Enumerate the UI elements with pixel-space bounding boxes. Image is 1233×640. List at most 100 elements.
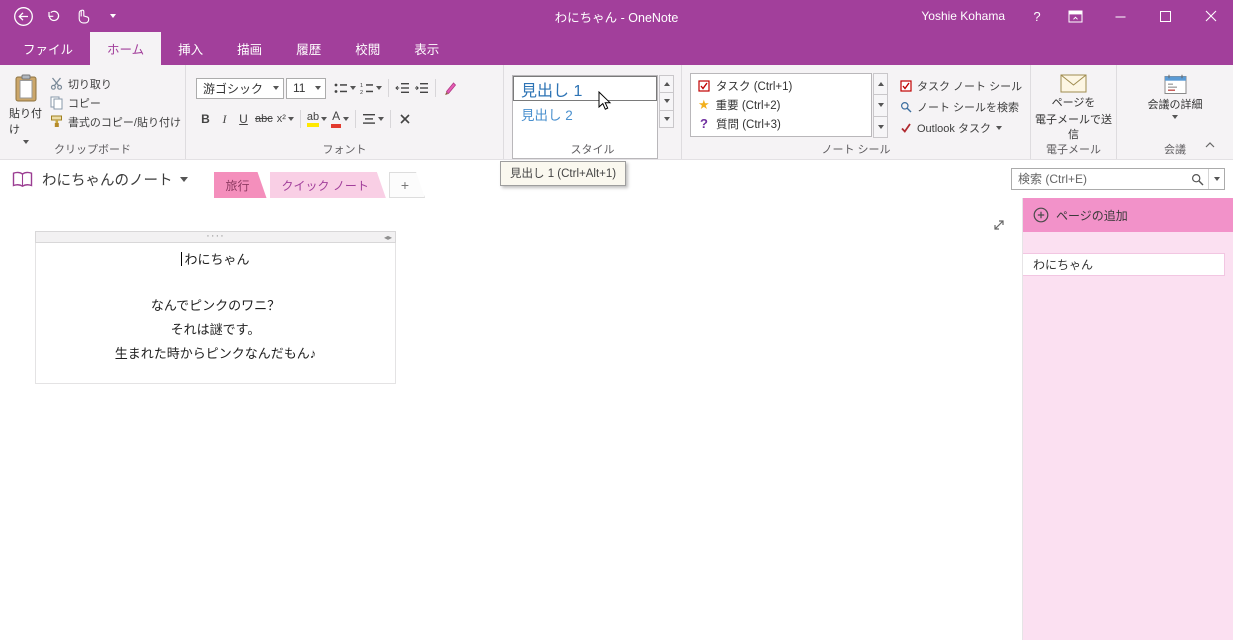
note-container[interactable]: ···· ◂▸ わにちゃん なんでピンクのワニ？ それは謎です。 生まれた時から… (35, 231, 396, 384)
cut-button[interactable]: 切り取り (48, 74, 183, 93)
add-section-button[interactable]: + (389, 172, 425, 198)
tab-insert[interactable]: 挿入 (161, 32, 220, 65)
tag-important-label: 重要 (Ctrl+2) (715, 99, 781, 112)
note-body[interactable]: わにちゃん なんでピンクのワニ？ それは謎です。 生まれた時からピンクなんだもん… (35, 243, 396, 384)
format-painter-label: 書式のコピー/貼り付け (67, 116, 181, 129)
highlight-button[interactable]: ab (305, 109, 329, 130)
paragraph-alignment-button[interactable] (360, 109, 386, 130)
find-tags-label: ノート シールを検索 (917, 101, 1020, 114)
maximize-button[interactable] (1143, 0, 1188, 32)
notebook-name: わにちゃんのノート (42, 172, 173, 189)
collapse-ribbon-button[interactable] (1199, 137, 1221, 153)
find-tags-button[interactable]: ノート シールを検索 (898, 96, 1024, 117)
copy-button[interactable]: コピー (48, 93, 183, 112)
note-line[interactable]: それは謎です。 (44, 318, 387, 342)
ribbon: 貼り付け 切り取り コピー 書式のコピー/貼り付け クリップボード 游ゴシック … (0, 65, 1233, 160)
qat-customize-button[interactable] (98, 2, 128, 30)
underline-button[interactable]: U (234, 109, 253, 130)
format-painter-button[interactable]: 書式のコピー/貼り付け (48, 112, 183, 131)
gallery-scroll-down-button[interactable] (659, 92, 674, 111)
tag-more-button[interactable] (873, 115, 888, 138)
notebook-dropdown[interactable]: わにちゃんのノート (42, 169, 188, 190)
note-move-handle[interactable]: ···· ◂▸ (35, 231, 396, 243)
note-title[interactable]: わにちゃん (44, 248, 387, 272)
add-page-label: ページの追加 (1056, 208, 1128, 223)
superscript-button[interactable]: x² (275, 109, 296, 130)
increase-indent-button[interactable] (412, 78, 431, 99)
tag-important[interactable]: ★ 重要 (Ctrl+2) (698, 95, 871, 114)
search-input[interactable] (1012, 172, 1186, 186)
styles-group-label: スタイル (570, 144, 615, 156)
note-line[interactable]: なんでピンクのワニ？ (44, 294, 387, 318)
tab-review[interactable]: 校閲 (338, 32, 397, 65)
gallery-scroll-up-button[interactable] (659, 75, 674, 94)
user-name[interactable]: Yoshie Kohama (905, 9, 1021, 23)
notebook-icon (12, 171, 33, 188)
task-tag-button[interactable]: タスク ノート シール (898, 75, 1024, 96)
gallery-more-button[interactable] (659, 109, 674, 128)
clear-formatting-icon (400, 114, 410, 124)
diagonal-expand-icon (994, 220, 1004, 230)
superscript-label: x² (276, 113, 286, 125)
page-canvas[interactable]: ···· ◂▸ わにちゃん なんでピンクのワニ？ それは謎です。 生まれた時から… (0, 198, 1022, 640)
strikethrough-label: abc (255, 113, 273, 125)
tab-history[interactable]: 履歴 (279, 32, 338, 65)
undo-button[interactable] (38, 2, 68, 30)
chevron-down-icon (1213, 177, 1220, 181)
todo-checkbox-icon (698, 80, 710, 92)
full-page-view-button[interactable] (992, 218, 1006, 235)
tab-view[interactable]: 表示 (397, 32, 456, 65)
style-gallery-scroll (659, 75, 674, 128)
clear-formatting-button[interactable] (395, 109, 414, 130)
email-group-label: 電子メール (1046, 144, 1101, 156)
touch-mouse-mode-button[interactable] (68, 2, 98, 30)
ribbon-display-options-button[interactable] (1053, 0, 1098, 32)
tag-scroll-down-button[interactable] (873, 94, 888, 117)
bold-button[interactable]: B (196, 109, 215, 130)
decrease-indent-button[interactable] (393, 78, 412, 99)
strikethrough-button[interactable]: abc (253, 109, 275, 130)
minimize-button[interactable] (1098, 0, 1143, 32)
style-heading2[interactable]: 見出し 2 (513, 101, 657, 126)
note-line[interactable]: 生まれた時からピンクなんだもん♪ (44, 342, 387, 366)
find-tags-icon (901, 101, 912, 112)
back-button[interactable] (8, 2, 38, 30)
resize-arrows-icon[interactable]: ◂▸ (384, 233, 392, 242)
outlook-tasks-button[interactable]: Outlook タスク (898, 117, 1024, 138)
quick-access-toolbar (0, 2, 128, 30)
search-scope-caret[interactable] (1209, 177, 1224, 181)
group-clipboard: 貼り付け 切り取り コピー 書式のコピー/貼り付け クリップボード (0, 65, 186, 159)
add-page-button[interactable]: ページの追加 (1023, 198, 1233, 232)
chevron-up-icon (877, 82, 884, 87)
font-size-select[interactable]: 11 (286, 77, 326, 99)
meeting-details-button[interactable]: 会議の詳細 (1148, 74, 1203, 120)
group-meeting: 会議の詳細 会議 (1117, 65, 1233, 159)
tag-task[interactable]: タスク (Ctrl+1) (698, 76, 871, 95)
tab-draw[interactable]: 描画 (220, 32, 279, 65)
group-styles: 見出し 1 見出し 2 スタイル (504, 65, 682, 159)
style-heading1[interactable]: 見出し 1 (513, 76, 657, 101)
bullet-list-button[interactable] (332, 78, 358, 99)
section-tab-quick-notes[interactable]: クイック ノート (270, 172, 386, 198)
tag-scroll-up-button[interactable] (873, 73, 888, 96)
scissors-icon (50, 77, 63, 90)
tag-gallery-scroll (873, 73, 888, 138)
tag-question[interactable]: ? 質問 (Ctrl+3) (698, 115, 871, 134)
ribbon-tab-bar: ファイル ホーム 挿入 描画 履歴 校閲 表示 (0, 32, 1233, 65)
page-item[interactable]: わにちゃん (1023, 253, 1225, 276)
close-button[interactable] (1188, 0, 1233, 32)
chevron-down-icon (350, 86, 356, 90)
font-name-select[interactable]: 游ゴシック (196, 77, 284, 99)
back-icon (13, 6, 33, 26)
tab-home[interactable]: ホーム (90, 32, 162, 65)
format-brush-button[interactable] (440, 78, 459, 99)
email-page-button[interactable]: ページを 電子メールで送信 (1031, 74, 1116, 142)
tag-task-label: タスク (Ctrl+1) (716, 80, 793, 93)
search-icon[interactable] (1186, 173, 1208, 186)
section-tab-travel[interactable]: 旅行 (214, 172, 267, 198)
italic-button[interactable]: I (215, 109, 234, 130)
numbered-list-button[interactable]: 12 (358, 78, 384, 99)
tab-file[interactable]: ファイル (6, 32, 90, 65)
help-button[interactable]: ? (1021, 9, 1053, 24)
font-color-button[interactable]: A (329, 109, 351, 130)
